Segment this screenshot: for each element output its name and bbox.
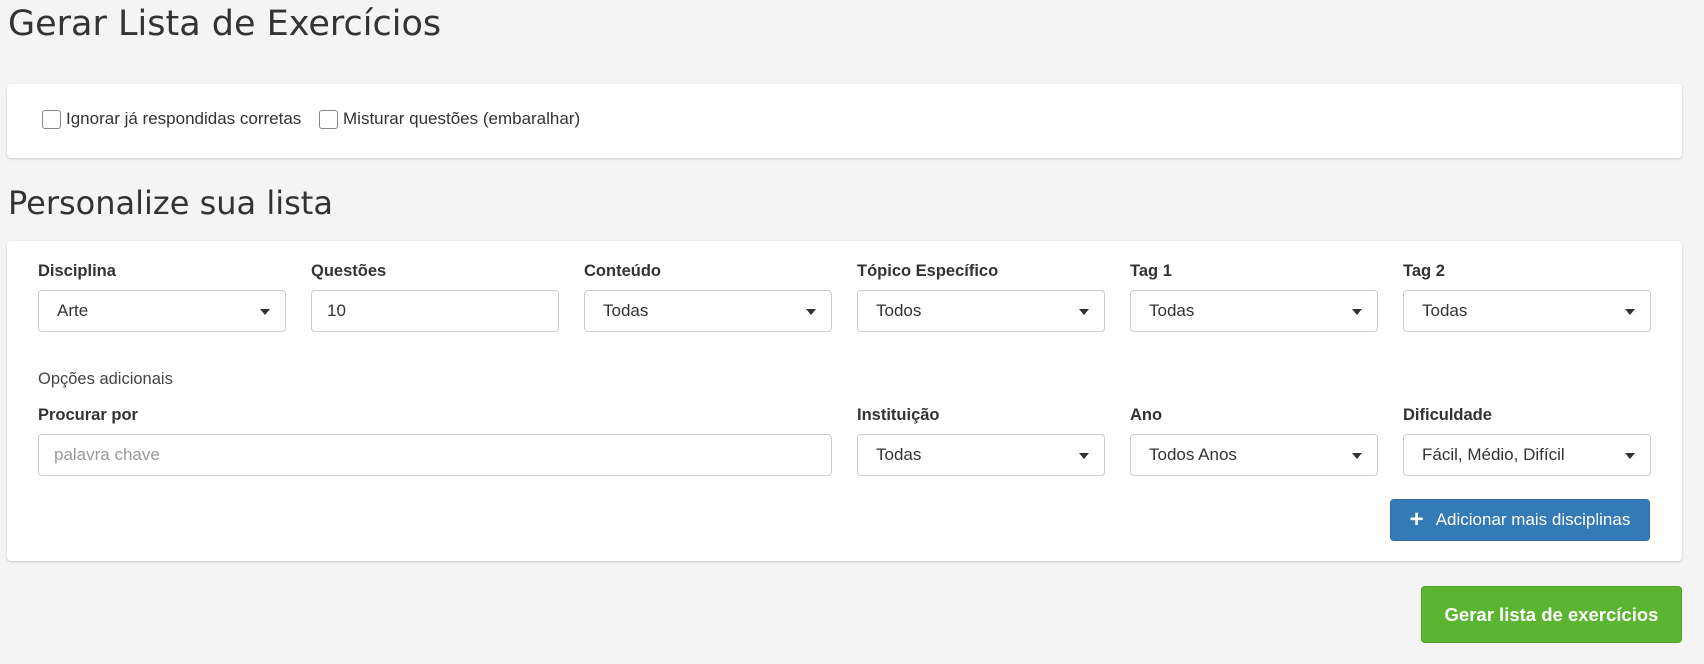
disciplina-label: Disciplina (38, 262, 116, 280)
chevron-down-icon (1352, 453, 1362, 459)
section-title: Personalize sua lista (8, 184, 333, 222)
search-field: Procurar por palavra chave (38, 404, 832, 476)
tag2-field: Tag 2 Todas (1403, 260, 1651, 332)
chevron-down-icon (806, 309, 816, 315)
generate-list-button[interactable]: Gerar lista de exercícios (1421, 586, 1682, 643)
tag2-select[interactable]: Todas (1403, 290, 1651, 332)
disciplina-select[interactable]: Arte (38, 290, 286, 332)
topico-value: Todos (876, 301, 922, 320)
search-placeholder: palavra chave (54, 445, 160, 464)
tag1-select[interactable]: Todas (1130, 290, 1378, 332)
customize-card: Disciplina Arte Questões 10 Conteúdo Tod… (7, 241, 1682, 561)
dificuldade-label: Dificuldade (1403, 406, 1492, 424)
ignore-correct-checkbox[interactable]: Ignorar já respondidas corretas (42, 109, 301, 129)
shuffle-checkbox[interactable]: Misturar questões (embaralhar) (319, 109, 580, 129)
chevron-down-icon (1352, 309, 1362, 315)
tag2-label: Tag 2 (1403, 262, 1445, 280)
dificuldade-value: Fácil, Médio, Difícil (1422, 445, 1565, 464)
shuffle-checkbox-box[interactable] (319, 109, 338, 129)
instituicao-value: Todas (876, 445, 922, 464)
questoes-label: Questões (311, 262, 387, 280)
chevron-down-icon (1079, 309, 1089, 315)
questoes-input[interactable]: 10 (311, 290, 559, 332)
disciplina-field: Disciplina Arte (38, 260, 286, 332)
page-title: Gerar Lista de Exercícios (8, 4, 442, 44)
dificuldade-select[interactable]: Fácil, Médio, Difícil (1403, 434, 1651, 476)
instituicao-field: Instituição Todas (857, 404, 1105, 476)
instituicao-select[interactable]: Todas (857, 434, 1105, 476)
conteudo-value: Todas (603, 301, 649, 320)
tag1-field: Tag 1 Todas (1130, 260, 1378, 332)
topico-label: Tópico Específico (857, 262, 999, 280)
chevron-down-icon (1625, 309, 1635, 315)
topico-field: Tópico Específico Todos (857, 260, 1105, 332)
options-card: Ignorar já respondidas corretas Misturar… (7, 84, 1682, 158)
add-discipline-button[interactable]: + Adicionar mais disciplinas (1390, 499, 1650, 541)
chevron-down-icon (1079, 453, 1089, 459)
ano-field: Ano Todos Anos (1130, 404, 1378, 476)
topico-select[interactable]: Todos (857, 290, 1105, 332)
chevron-down-icon (260, 309, 270, 315)
ano-select[interactable]: Todos Anos (1130, 434, 1378, 476)
conteudo-select[interactable]: Todas (584, 290, 832, 332)
generate-list-label: Gerar lista de exercícios (1444, 603, 1659, 625)
shuffle-label[interactable]: Misturar questões (embaralhar) (343, 109, 580, 129)
ano-label: Ano (1130, 406, 1163, 424)
conteudo-label: Conteúdo (584, 262, 661, 280)
ano-value: Todos Anos (1149, 445, 1237, 464)
disciplina-value: Arte (57, 301, 89, 320)
instituicao-label: Instituição (857, 406, 940, 424)
tag1-label: Tag 1 (1130, 262, 1172, 280)
tag2-value: Todas (1422, 301, 1468, 320)
conteudo-field: Conteúdo Todas (584, 260, 832, 332)
search-input[interactable]: palavra chave (38, 434, 832, 476)
search-label: Procurar por (38, 406, 138, 424)
plus-icon: + (1409, 506, 1424, 533)
additional-options-heading: Opções adicionais (38, 370, 173, 388)
chevron-down-icon (1625, 453, 1635, 459)
questoes-field: Questões 10 (311, 260, 559, 332)
tag1-value: Todas (1149, 301, 1195, 320)
ignore-correct-label[interactable]: Ignorar já respondidas corretas (66, 109, 301, 129)
questoes-value: 10 (327, 301, 346, 320)
add-discipline-label: Adicionar mais disciplinas (1435, 510, 1631, 529)
ignore-correct-checkbox-box[interactable] (42, 109, 61, 129)
dificuldade-field: Dificuldade Fácil, Médio, Difícil (1403, 404, 1651, 476)
